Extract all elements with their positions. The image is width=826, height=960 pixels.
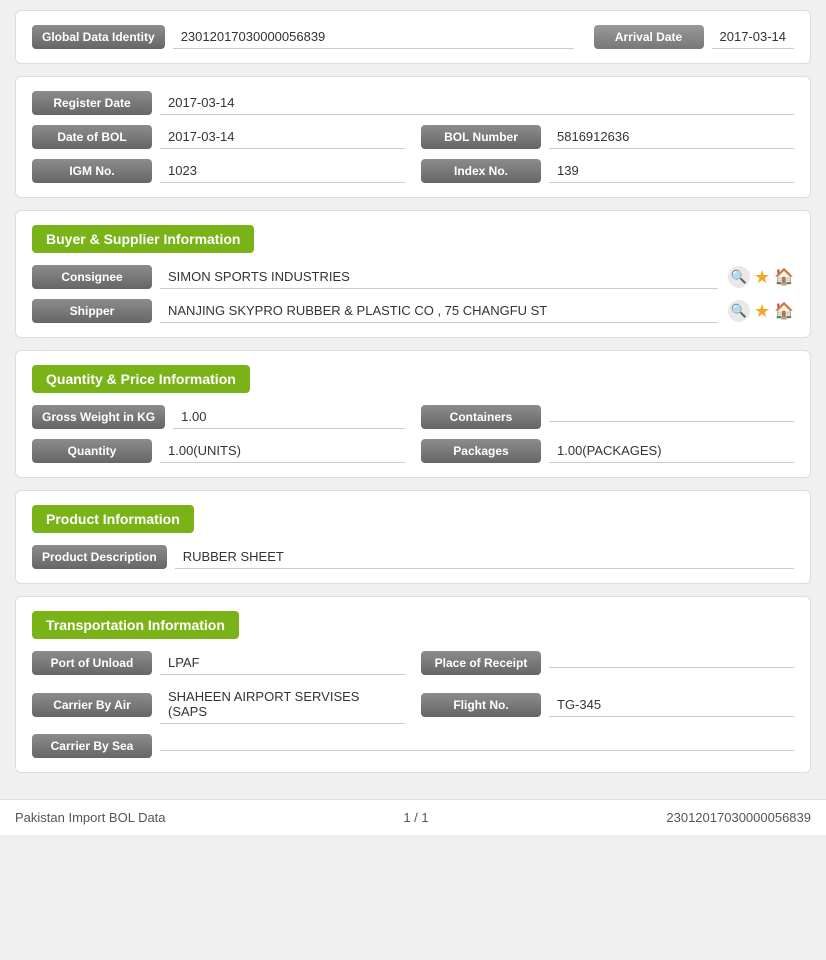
gross-weight-value: 1.00 (173, 405, 405, 429)
quantity-value: 1.00(UNITS) (160, 439, 405, 463)
consignee-icons: 🔍 ★ 🏠 (728, 266, 794, 288)
igm-no-label: IGM No. (32, 159, 152, 183)
bol-number-value: 5816912636 (549, 125, 794, 149)
port-of-unload-value: LPAF (160, 651, 405, 675)
packages-label: Packages (421, 439, 541, 463)
containers-label: Containers (421, 405, 541, 429)
register-date-label: Register Date (32, 91, 152, 115)
footer-left: Pakistan Import BOL Data (15, 810, 166, 825)
port-of-unload-label: Port of Unload (32, 651, 152, 675)
product-desc-label: Product Description (32, 545, 167, 569)
carrier-by-sea-label: Carrier By Sea (32, 734, 152, 758)
gross-weight-label: Gross Weight in KG (32, 405, 165, 429)
carrier-by-air-label: Carrier By Air (32, 693, 152, 717)
carrier-by-sea-value (160, 742, 794, 751)
consignee-value: SIMON SPORTS INDUSTRIES (160, 265, 718, 289)
carrier-by-air-value: SHAHEEN AIRPORT SERVISES (SAPS (160, 685, 405, 724)
date-of-bol-label: Date of BOL (32, 125, 152, 149)
shipper-value: NANJING SKYPRO RUBBER & PLASTIC CO , 75 … (160, 299, 718, 323)
footer-center: 1 / 1 (403, 810, 428, 825)
footer-right: 23012017030000056839 (666, 810, 811, 825)
flight-no-label: Flight No. (421, 693, 541, 717)
containers-value (549, 413, 794, 422)
shipper-home-icon[interactable]: 🏠 (774, 301, 794, 321)
packages-value: 1.00(PACKAGES) (549, 439, 794, 463)
consignee-search-icon[interactable]: 🔍 (728, 266, 750, 288)
arrival-date-button[interactable]: Arrival Date (594, 25, 704, 49)
global-data-identity-value: 23012017030000056839 (173, 25, 574, 49)
register-date-value: 2017-03-14 (160, 91, 794, 115)
product-section-title: Product Information (32, 505, 194, 533)
consignee-star-icon[interactable]: ★ (754, 267, 770, 288)
shipper-search-icon[interactable]: 🔍 (728, 300, 750, 322)
index-no-value: 139 (549, 159, 794, 183)
place-of-receipt-value (549, 659, 794, 668)
igm-no-value: 1023 (160, 159, 405, 183)
quantity-price-section-title: Quantity & Price Information (32, 365, 250, 393)
product-desc-value: RUBBER SHEET (175, 545, 794, 569)
consignee-label: Consignee (32, 265, 152, 289)
consignee-home-icon[interactable]: 🏠 (774, 267, 794, 287)
index-no-label: Index No. (421, 159, 541, 183)
quantity-label: Quantity (32, 439, 152, 463)
place-of-receipt-label: Place of Receipt (421, 651, 541, 675)
arrival-date-value: 2017-03-14 (712, 25, 795, 49)
flight-no-value: TG-345 (549, 693, 794, 717)
shipper-star-icon[interactable]: ★ (754, 301, 770, 322)
buyer-supplier-section-title: Buyer & Supplier Information (32, 225, 254, 253)
global-data-identity-label: Global Data Identity (32, 25, 165, 49)
footer: Pakistan Import BOL Data 1 / 1 230120170… (0, 799, 826, 835)
shipper-icons: 🔍 ★ 🏠 (728, 300, 794, 322)
date-of-bol-value: 2017-03-14 (160, 125, 405, 149)
bol-number-label: BOL Number (421, 125, 541, 149)
shipper-label: Shipper (32, 299, 152, 323)
transportation-section-title: Transportation Information (32, 611, 239, 639)
